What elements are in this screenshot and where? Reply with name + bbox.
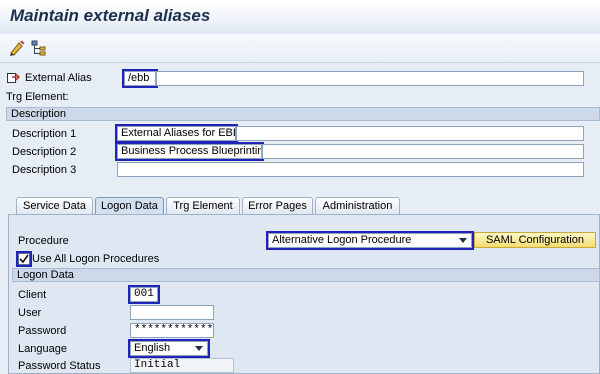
chevron-down-icon — [195, 346, 203, 351]
user-label: User — [18, 307, 42, 319]
description-section-header: Description — [6, 107, 600, 121]
description-1-field[interactable]: External Aliases for EBB — [115, 124, 238, 143]
password-field[interactable]: ************* — [130, 323, 214, 338]
description-section-title: Description — [11, 108, 67, 120]
procedure-select[interactable]: Alternative Logon Procedure — [266, 231, 474, 250]
description-1-field-ext[interactable] — [236, 126, 584, 141]
use-all-logon-procedures-label: Use All Logon Procedures — [32, 253, 160, 265]
alias-icon — [7, 73, 21, 83]
description-2-field[interactable]: Business Process Blueprinting — [115, 142, 264, 161]
password-label: Password — [18, 325, 67, 337]
description-2-label: Description 2 — [12, 146, 77, 158]
trg-element-label: Trg Element: — [6, 91, 69, 103]
description-1-label: Description 1 — [12, 128, 77, 140]
hierarchy-icon[interactable] — [30, 39, 48, 57]
edit-icon[interactable] — [8, 39, 26, 57]
password-status-label: Password Status — [18, 360, 101, 372]
tab-error-pages[interactable]: Error Pages — [242, 197, 313, 215]
procedure-label: Procedure — [18, 235, 69, 247]
tab-logon-data[interactable]: Logon Data — [95, 197, 164, 215]
language-label: Language — [18, 343, 67, 355]
toolbar — [0, 34, 600, 63]
password-status-field: Initial — [130, 358, 234, 373]
external-alias-field-ext[interactable] — [156, 71, 584, 86]
tab-service-data[interactable]: Service Data — [16, 197, 93, 215]
client-field[interactable]: 001 — [128, 285, 160, 304]
logon-data-section-title: Logon Data — [17, 269, 74, 281]
page-title: Maintain external aliases — [10, 6, 211, 25]
procedure-value: Alternative Logon Procedure — [272, 234, 412, 246]
language-select[interactable]: English — [128, 339, 210, 358]
tab-administration[interactable]: Administration — [315, 197, 400, 215]
description-3-label: Description 3 — [12, 164, 77, 176]
checkmark-icon — [19, 254, 29, 264]
description-2-field-ext[interactable] — [262, 144, 584, 159]
saml-configuration-button[interactable]: SAML Configuration — [474, 232, 596, 248]
external-alias-field[interactable]: /ebb — [122, 69, 158, 88]
use-all-logon-procedures-checkbox[interactable] — [16, 251, 32, 267]
description-3-field[interactable] — [117, 162, 584, 177]
tab-trg-element[interactable]: Trg Element — [166, 197, 240, 215]
external-alias-label: External Alias — [25, 72, 92, 84]
title-bar: Maintain external aliases — [0, 0, 600, 35]
language-value: English — [134, 342, 171, 354]
client-label: Client — [18, 289, 47, 301]
chevron-down-icon — [459, 238, 467, 243]
logon-data-section-header: Logon Data — [12, 268, 600, 282]
user-field[interactable] — [130, 305, 214, 320]
